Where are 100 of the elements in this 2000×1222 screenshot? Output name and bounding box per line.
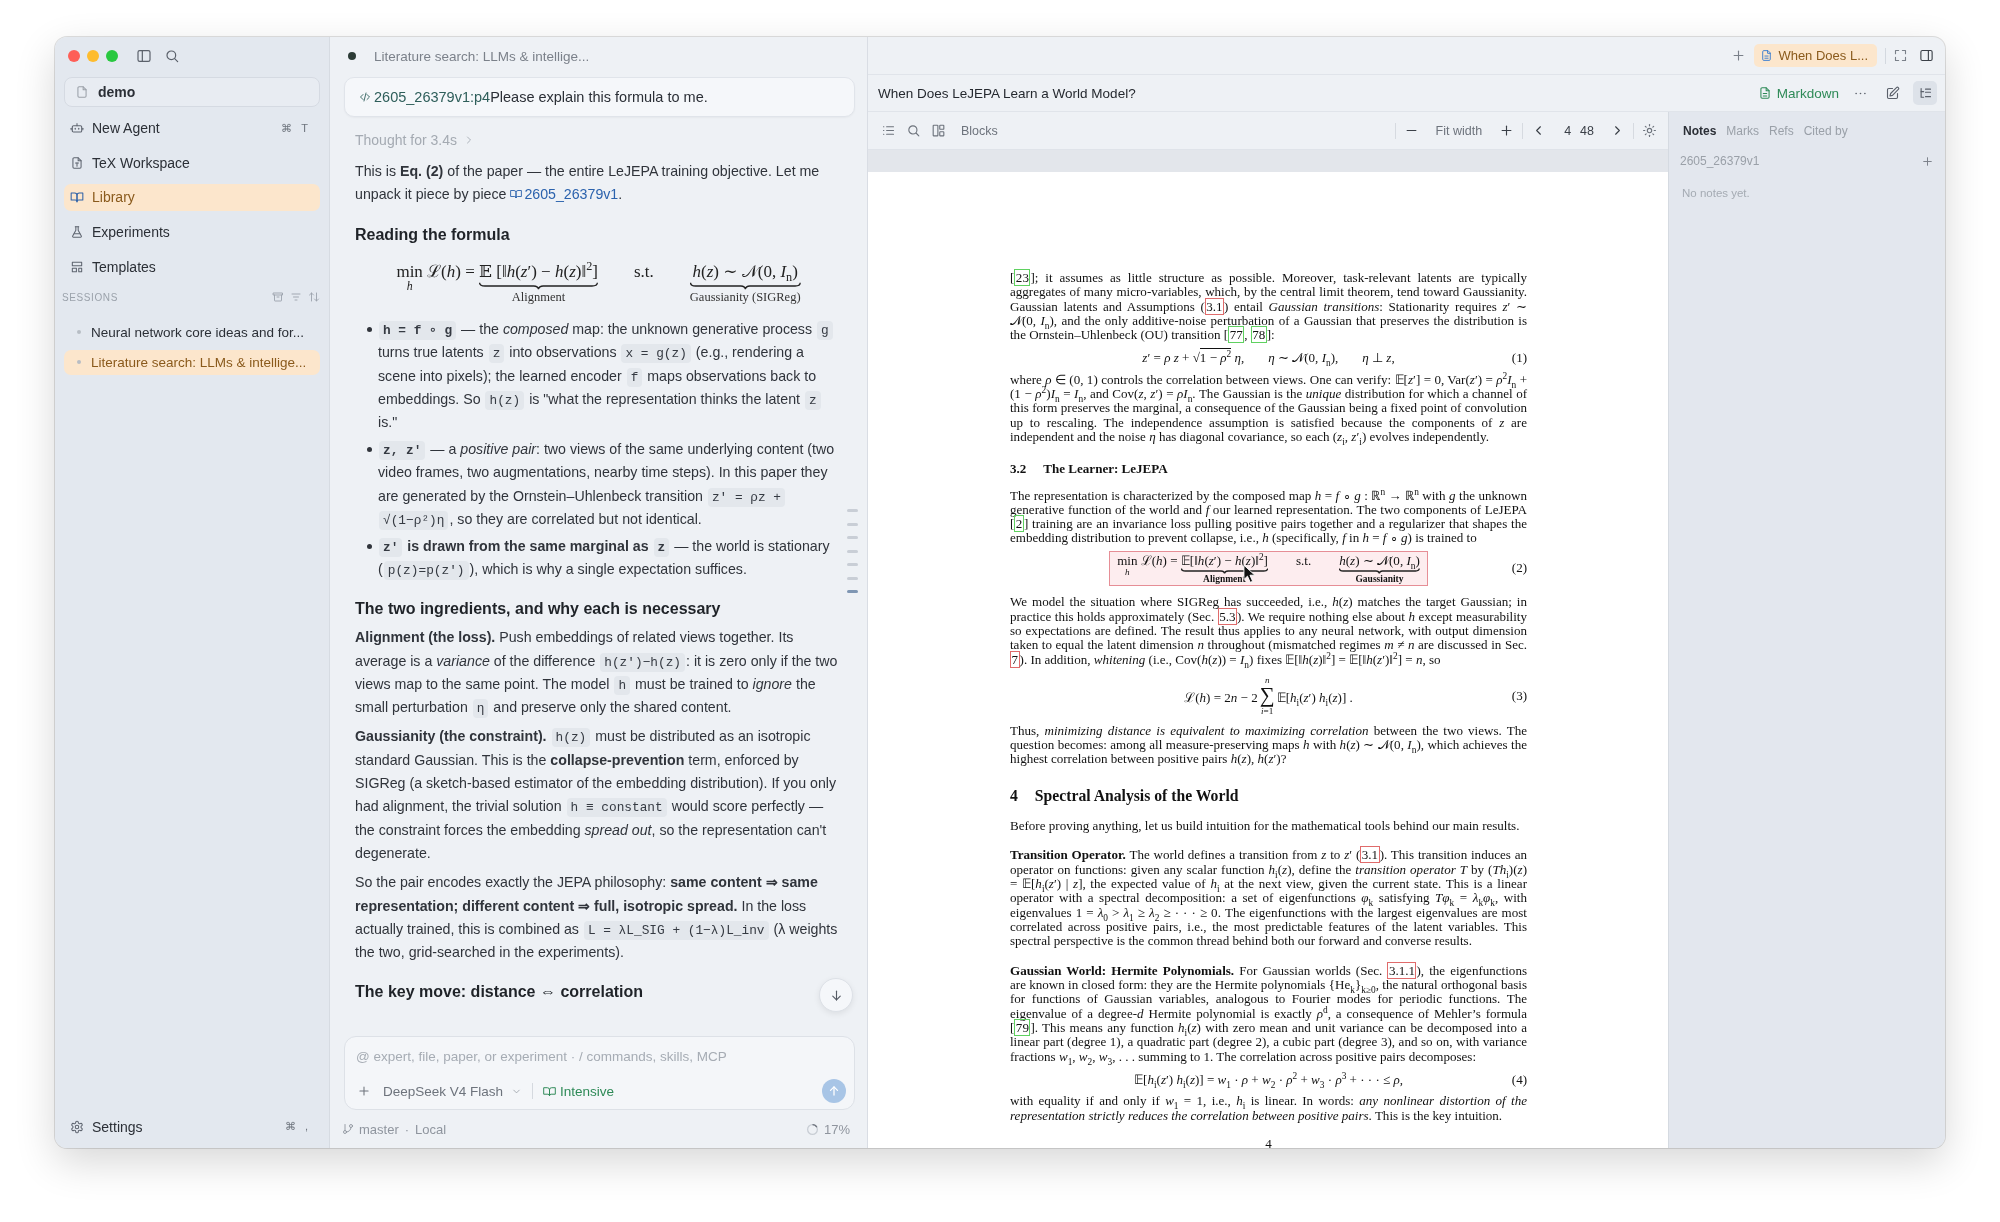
book-icon xyxy=(70,190,84,205)
fullscreen-icon[interactable] xyxy=(1893,48,1908,63)
citation-link[interactable]: 79 xyxy=(1014,1019,1031,1037)
citation-link[interactable]: 23 xyxy=(1014,269,1031,286)
chat-title: Literature search: LLMs & intellige... xyxy=(374,48,590,64)
paper-paragraph: Before proving anything, let us build intuition for the mathematical tools behind our main results. xyxy=(1010,818,1521,833)
math-expression: ℒ(h) = xyxy=(426,261,476,281)
outline-icon xyxy=(1917,85,1933,101)
math-expression: 𝔼[h$_{i}$(z′) h$_{i}$(z)] = w$_{1}$ · ρ + w$_{2}$ · ρ$^{2}$ + w$_{3}$ · ρ$^{3}$ + · · · ≤ ρ, xyxy=(1134,1072,1403,1088)
document-icon xyxy=(1757,86,1772,100)
search-icon[interactable] xyxy=(906,123,921,138)
math-expression: η ⊥ z, xyxy=(1362,351,1395,366)
edit-icon[interactable] xyxy=(1885,85,1900,101)
citation-link[interactable]: 78 xyxy=(1250,326,1267,344)
session-item[interactable]: Neural network core ideas and for... xyxy=(64,319,320,345)
blocks-button[interactable]: Blocks xyxy=(961,123,998,138)
scroll-down-button[interactable] xyxy=(819,978,853,1012)
nav-item[interactable]: TeX Workspace xyxy=(64,149,320,177)
search-icon[interactable] xyxy=(164,48,180,64)
underbrace-icon xyxy=(1180,568,1268,575)
message-heading: The key move: distance ⇔ correlation xyxy=(355,982,644,1003)
outline-marker[interactable] xyxy=(847,549,858,553)
document-title: When Does LeJEPA Learn a World Model? xyxy=(878,85,1136,101)
outline-marker[interactable] xyxy=(847,563,858,566)
layout-grid-icon[interactable] xyxy=(931,123,946,138)
workspace-selector[interactable]: demo xyxy=(64,77,320,107)
shortcut-key: T xyxy=(301,121,308,135)
mode-toggle[interactable]: Intensive xyxy=(543,1083,615,1099)
plus-icon[interactable] xyxy=(1731,48,1747,63)
brace-label: Alignment xyxy=(1203,574,1246,586)
cross-reference-link[interactable]: 3.1 xyxy=(1360,846,1380,864)
section-heading: Spectral Analysis of the World xyxy=(1034,787,1239,804)
plus-icon[interactable] xyxy=(1921,154,1934,168)
math-expression: h(z) ∼ 𝒩(0, I$_{n}$) xyxy=(691,261,799,282)
bullet-icon xyxy=(367,327,372,333)
equation-number: (2) xyxy=(1511,561,1527,576)
zoom-in-icon[interactable] xyxy=(1499,123,1515,138)
list-item-text: z′ is drawn from the same marginal as z — the world is stationary ( p(z)=p(z′) ), which is why a single expectation suffices. xyxy=(378,536,831,582)
session-dot-icon xyxy=(77,360,81,365)
plus-icon[interactable] xyxy=(357,1084,371,1098)
outline-button[interactable] xyxy=(1913,81,1937,105)
nav-item[interactable]: New Agent ⌘ T xyxy=(64,114,320,142)
outline-marker[interactable] xyxy=(847,536,858,539)
outline-marker[interactable] xyxy=(847,576,858,580)
zoom-mode-button[interactable]: Fit width xyxy=(1435,123,1483,138)
citation-link[interactable]: 2 xyxy=(1014,515,1024,533)
equation-number: (3) xyxy=(1511,689,1527,704)
paper-paragraph: Thus, minimizing distance is equivalent to maximizing correlation between the two views. The question becomes: among all measure-preserving maps h with h(z) ∼ 𝒩(0, I$_{n}$), which achieves the highest correlation between positive pairs h(z), h(z′)? xyxy=(1010,723,1527,767)
markdown-button[interactable]: Markdown xyxy=(1757,85,1839,101)
message-composer[interactable]: @ expert, file, paper, or experiment · / commands, skills, MCP DeepSeek V4 Flash Intensive xyxy=(344,1036,855,1110)
sidebar-toggle-icon[interactable] xyxy=(136,48,152,64)
zoom-button[interactable] xyxy=(106,50,118,62)
session-item[interactable]: Literature search: LLMs & intellige... xyxy=(64,349,320,375)
outline-marker[interactable] xyxy=(847,590,858,593)
panel-right-icon[interactable] xyxy=(1919,48,1934,63)
paper-paragraph: Gaussian World: Hermite Polynomials. For Gaussian worlds (Sec. 3.1.1), the eigenfunctions are known in closed form: they are the Hermite polynomials {He$_{k}$}$_{k≥0}$, the natural orthogonal basis for functions of Gaussian variables, analogous to Fourier modes for periodic functions. The eigenvalue of a degree-d Hermite polynomial is exactly ρ$^{d}$, a consequence of Mehler’s formula [79]. This means any function h$_{i}$(z) with zero mean and unit variance can be decomposed into a linear part (degree 1), a quadratic part (degree 2), a cubic part (degree 3), and so on, with variance fractions w$_{1}$, w$_{2}$, w$_{3}$, . . . summing to 1. The correlation across positive pairs decomposes: xyxy=(1010,963,1527,1064)
bullet-icon xyxy=(367,447,372,453)
math-expression: z′ = ρ z + √1 − ρ$^{2}$ η, xyxy=(1142,351,1245,366)
outline-marker[interactable] xyxy=(847,522,858,526)
citation-link[interactable]: 77 xyxy=(1228,326,1245,344)
page-number: 4 xyxy=(1265,1135,1272,1148)
model-dropdown[interactable]: DeepSeek V4 Flash xyxy=(383,1083,523,1099)
cross-reference-link[interactable]: 7 xyxy=(1010,650,1020,668)
flask-icon xyxy=(70,225,84,240)
math-expression: 𝔼[‖h(z′) − h(z)‖$^{2}$] xyxy=(1180,553,1268,569)
document-tab[interactable]: When Does L... xyxy=(1754,44,1877,67)
section-heading: The Learner: LeJEPA xyxy=(1043,461,1168,477)
bullet-icon xyxy=(367,544,372,550)
paper-paragraph: Transition Operator. The world defines a transition from z to z′ (3.1). This transition induces an operator on functions: given any scalar function h$_{i}$(z), define the transition operator T by (Th$_{i}$)(z) = 𝔼[h$_{i}$(z′) | z], the expected value of h$_{i}$ at the next view, given the current state. This is a linear operator with a spectral decomposition: a set of eigenfunctions φ$_{k}$ satisfying Tφ$_{k}$ = λ$_{k}$φ$_{k}$, with eigenvalues 1 = λ$_{0}$ > λ$_{1}$ ≥ λ$_{2}$ ≥ · · · ≥ 0. The eigenfunctions with the largest eigenvalues are most correlated across positive pairs, i.e., the most predictable features of the latent variables. This spectral perspective is the common thread behind both our forward and converse results. xyxy=(1010,848,1527,949)
archive-icon[interactable] xyxy=(272,291,284,304)
reference-link[interactable]: 2605_26379v1:p4 xyxy=(374,89,491,105)
math-expression: min h xyxy=(1117,553,1138,578)
nav-item[interactable]: Templates xyxy=(64,253,320,281)
nav-item[interactable]: Experiments xyxy=(64,218,320,246)
math-expression: s.t. xyxy=(1295,553,1312,569)
settings-item[interactable]: Settings ⌘ , xyxy=(64,1113,320,1140)
nav-item[interactable]: Library xyxy=(64,183,320,211)
filter-icon[interactable] xyxy=(290,291,302,304)
outline-marker[interactable] xyxy=(847,509,858,512)
sort-icon[interactable] xyxy=(308,291,320,304)
math-expression: ℒ(h) = 2n − 2 n ∑ i=1 𝔼[h$_{i}$(z′) h$_{i}$(z)] . xyxy=(1184,675,1353,717)
message-input[interactable]: @ expert, file, paper, or experiment · / commands, skills, MCP xyxy=(356,1045,842,1067)
minimize-button[interactable] xyxy=(87,50,99,62)
brace-label: Gaussianity xyxy=(1355,574,1404,586)
paper-paragraph: [23]; it assumes as little structure as possible. Moreover, task-relevant latents are typically aggregates of many micro-variables, which, by the central limit theorem, tend toward Gaussianity. Gaussian latents and Assumptions (3.1) entail Gaussian transitions: Stationarity requires z′ ∼ 𝒩(0, I$_{n}$), and the only additive-noise perturbation of a Gaussian that preserves the distribution is the Ornstein–Uhlenbeck (OU) transition [77, 78]: xyxy=(1010,271,1527,343)
brightness-icon[interactable] xyxy=(1642,123,1657,138)
close-button[interactable] xyxy=(68,50,80,62)
cross-reference-link[interactable]: 3.1 xyxy=(1204,297,1225,315)
shortcut-key: , xyxy=(304,1120,308,1133)
cross-reference-link[interactable]: 3.1.1 xyxy=(1387,961,1417,979)
status-dot-icon xyxy=(348,52,356,60)
page-number-field[interactable]: 4 xyxy=(1564,123,1572,138)
notes-tab[interactable]: Notes xyxy=(1683,124,1717,138)
book-icon xyxy=(543,1084,557,1098)
list-icon[interactable] xyxy=(881,123,896,138)
send-button[interactable] xyxy=(822,1079,846,1103)
document-icon xyxy=(1760,49,1774,62)
math-expression: η ∼ 𝒩(0, I$_{n}$), xyxy=(1268,351,1339,366)
list-item-text: h = f ∘ g — the composed map: the unknown generative process g turns true latents z into observations x = g(z) (e.g., rendering a scene into pixels); the learned encoder f maps observations back to embeddings. So h(z) is "what the representation thinks the latent z is." xyxy=(378,318,842,435)
paper-paragraph: where ρ ∈ (0, 1) controls the correlation between views. One can verify: 𝔼[z′] = 0, Var(z′) = ρ$^{2}$I$_{n}$ + (1 − ρ$^{2}$)I$_{n}$ = I$_{n}$, and Cov(z, z′) = ρI$_{n}$. The Gaussian is the unique distribution for which a channel of this form preserves the marginal, a consequence of the Gaussian being a fixed point of convolution up to rescaling. The independence assumption is satisfied because the components of z are independent and the noise η has diagonal covariance, so each (z$_{i}$, z′$_{i}$) evolves independently. xyxy=(1010,372,1527,445)
